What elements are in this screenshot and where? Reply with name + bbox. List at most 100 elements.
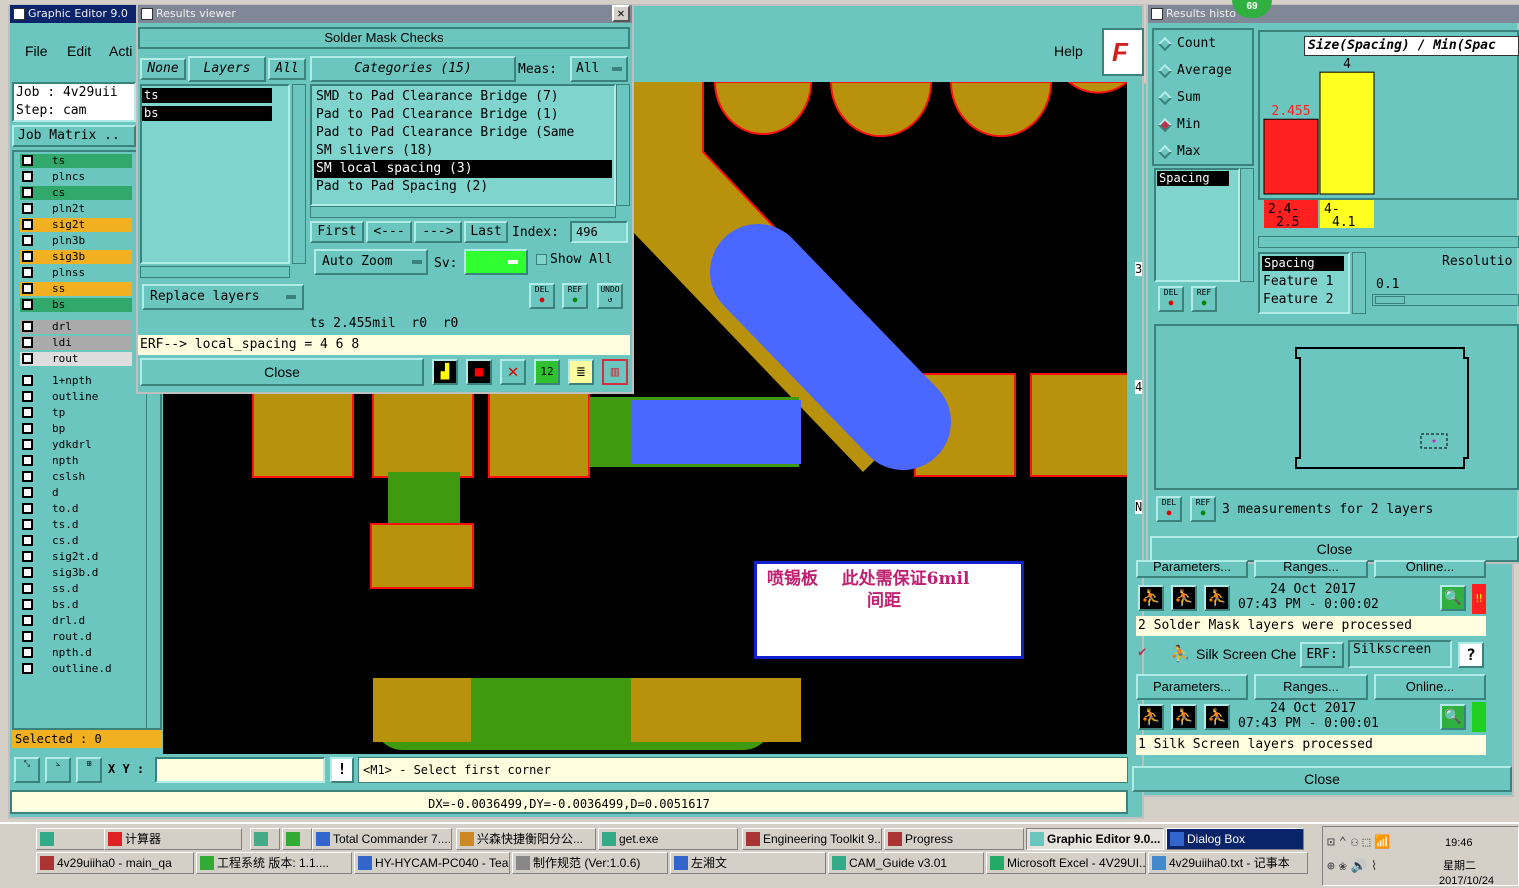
auto-zoom-dropdown[interactable]: Auto Zoom	[314, 249, 428, 275]
layers-vscroll[interactable]	[292, 84, 306, 264]
index-input[interactable]: 496	[570, 221, 628, 243]
ss-zoom-icon[interactable]: 🔍	[1440, 704, 1466, 730]
ss-checkbox[interactable]: ✔	[1138, 645, 1152, 659]
layer-row[interactable]: sig3b.d	[20, 566, 132, 580]
ss-run-icon[interactable]: ⛹	[1138, 704, 1164, 730]
results-viewer-title-bar[interactable]: Results viewer	[138, 5, 632, 23]
delete-icon[interactable]: DEL ●	[529, 283, 555, 309]
category-item[interactable]: SM slivers (18)	[314, 142, 612, 160]
categories-vscroll[interactable]	[616, 84, 630, 206]
layer-row[interactable]: outline	[20, 390, 132, 404]
menu-help[interactable]: Help	[1054, 43, 1083, 59]
overview-reference-icon[interactable]: REF ●	[1190, 496, 1216, 522]
stop-icon[interactable]: ⛹	[1204, 585, 1230, 611]
histogram-bar[interactable]	[1319, 71, 1375, 195]
layer-checkbox[interactable]	[22, 283, 33, 294]
layer-row[interactable]: to.d	[20, 502, 132, 516]
board-overview[interactable]	[1154, 324, 1519, 490]
taskbar-button[interactable]: Progress	[884, 828, 1024, 850]
layer-row[interactable]: ldi	[20, 336, 132, 350]
clock-time[interactable]: 19:46	[1445, 837, 1473, 849]
run-icon[interactable]: ⛹	[1138, 585, 1164, 611]
layer-checkbox[interactable]	[22, 439, 33, 450]
taskbar-button[interactable]: 4v29uiiha0 - main_qa	[36, 852, 194, 874]
reference-icon[interactable]: REF ●	[562, 283, 588, 309]
sm-online-button[interactable]: Online...	[1374, 560, 1486, 578]
layer-row[interactable]: rout.d	[20, 630, 132, 644]
checklist-close-button[interactable]: Close	[1132, 766, 1512, 792]
histogram-close-button[interactable]: Close	[1150, 536, 1519, 562]
layer-checkbox[interactable]	[22, 251, 33, 262]
layer-row[interactable]: drl.d	[20, 614, 132, 628]
run-all-icon[interactable]: ⛹	[1171, 585, 1197, 611]
category-item[interactable]: Pad to Pad Spacing (2)	[314, 178, 612, 196]
taskbar-button[interactable]: 左湘文	[670, 852, 826, 874]
xy-input[interactable]	[155, 757, 325, 783]
slider-thumb[interactable]	[1375, 296, 1405, 304]
layer-row[interactable]: ydkdrl	[20, 438, 132, 452]
histogram-icon[interactable]: ▥	[602, 359, 628, 385]
taskbar-button[interactable]: Graphic Editor 9.0...	[1026, 828, 1164, 850]
categories-listbox[interactable]: SMD to Pad Clearance Bridge (7) Pad to P…	[310, 84, 616, 206]
sm-ranges-button[interactable]: Ranges...	[1254, 560, 1368, 578]
zoom-area-icon[interactable]: ⤡	[14, 757, 40, 783]
layer-row[interactable]: bs	[20, 298, 132, 312]
ss-ranges-button[interactable]: Ranges...	[1254, 674, 1368, 700]
layers-none-button[interactable]: None	[140, 58, 186, 80]
taskbar-button[interactable]	[282, 828, 312, 850]
layer-row[interactable]: d	[20, 486, 132, 500]
histogram-delete-icon[interactable]: DEL ●	[1158, 286, 1184, 312]
taskbar-button[interactable]: get.exe	[598, 828, 738, 850]
layer-row[interactable]: bs.d	[20, 598, 132, 612]
sm-zoom-icon[interactable]: 🔍	[1440, 585, 1466, 611]
results-viewer-close-x[interactable]: ✕	[612, 5, 630, 22]
category-item[interactable]: SMD to Pad Clearance Bridge (7)	[314, 88, 612, 106]
layer-row[interactable]: sig2t.d	[20, 550, 132, 564]
layer-row[interactable]: npth.d	[20, 646, 132, 660]
report-icon[interactable]: ≣	[568, 359, 594, 385]
layers-all-button[interactable]: All	[268, 58, 306, 80]
brightness-icon[interactable]: ▟	[432, 359, 458, 385]
layer-checkbox[interactable]	[22, 663, 33, 674]
layer-list-item[interactable]: bs	[142, 106, 272, 121]
warning-button[interactable]: !	[330, 757, 354, 783]
overview-delete-icon[interactable]: DEL ●	[1156, 496, 1182, 522]
sv-color-dropdown[interactable]	[464, 249, 528, 275]
layer-row[interactable]: npth	[20, 454, 132, 468]
layer-checkbox[interactable]	[22, 187, 33, 198]
layer-checkbox[interactable]	[22, 423, 33, 434]
histogram-title-bar[interactable]: Results histo	[1148, 5, 1519, 23]
taskbar-button[interactable]: Engineering Toolkit 9...	[742, 828, 882, 850]
first-button[interactable]: First	[310, 221, 364, 243]
layer-row[interactable]: pln3b	[20, 234, 132, 248]
menu-file[interactable]: File	[25, 43, 48, 59]
layer-row[interactable]: cs	[20, 186, 132, 200]
category-item[interactable]: Pad to Pad Clearance Bridge (Same	[314, 124, 612, 142]
layer-row[interactable]: ss.d	[20, 582, 132, 596]
layer-row[interactable]: plnss	[20, 266, 132, 280]
ss-help-button[interactable]: ?	[1458, 642, 1484, 668]
menu-actions[interactable]: Acti	[109, 43, 132, 59]
undo-icon[interactable]: UNDO ↺	[597, 283, 623, 309]
taskbar-button[interactable]: Total Commander 7....	[312, 828, 452, 850]
taskbar-button[interactable]: 制作规范 (Ver:1.0.6)	[512, 852, 668, 874]
layer-checkbox[interactable]	[22, 375, 33, 386]
taskbar-button[interactable]: HY-HYCAM-PC040 - Tea...	[354, 852, 510, 874]
layer-row[interactable]: ts	[20, 154, 132, 168]
layer-checkbox[interactable]	[22, 551, 33, 562]
layer-row[interactable]: sig2t	[20, 218, 132, 232]
layer-row[interactable]: ts.d	[20, 518, 132, 532]
taskbar-button[interactable]: 工程系统 版本: 1.1....	[196, 852, 352, 874]
taskbar-button[interactable]: Microsoft Excel - 4V29UI...	[986, 852, 1146, 874]
layer-row[interactable]: drl	[20, 320, 132, 334]
layer-checkbox[interactable]	[22, 519, 33, 530]
prev-button[interactable]: <---	[366, 221, 412, 243]
taskbar-button[interactable]: Dialog Box	[1166, 828, 1304, 850]
layer-checkbox[interactable]	[22, 353, 33, 364]
layer-row[interactable]: sig3b	[20, 250, 132, 264]
layer-row[interactable]: cs.d	[20, 534, 132, 548]
taskbar-button[interactable]: 兴森快捷衡阳分公...	[456, 828, 596, 850]
layer-checkbox[interactable]	[22, 203, 33, 214]
ss-run-all-icon[interactable]: ⛹	[1171, 704, 1197, 730]
categories-button[interactable]: Categories (15)	[310, 56, 516, 82]
